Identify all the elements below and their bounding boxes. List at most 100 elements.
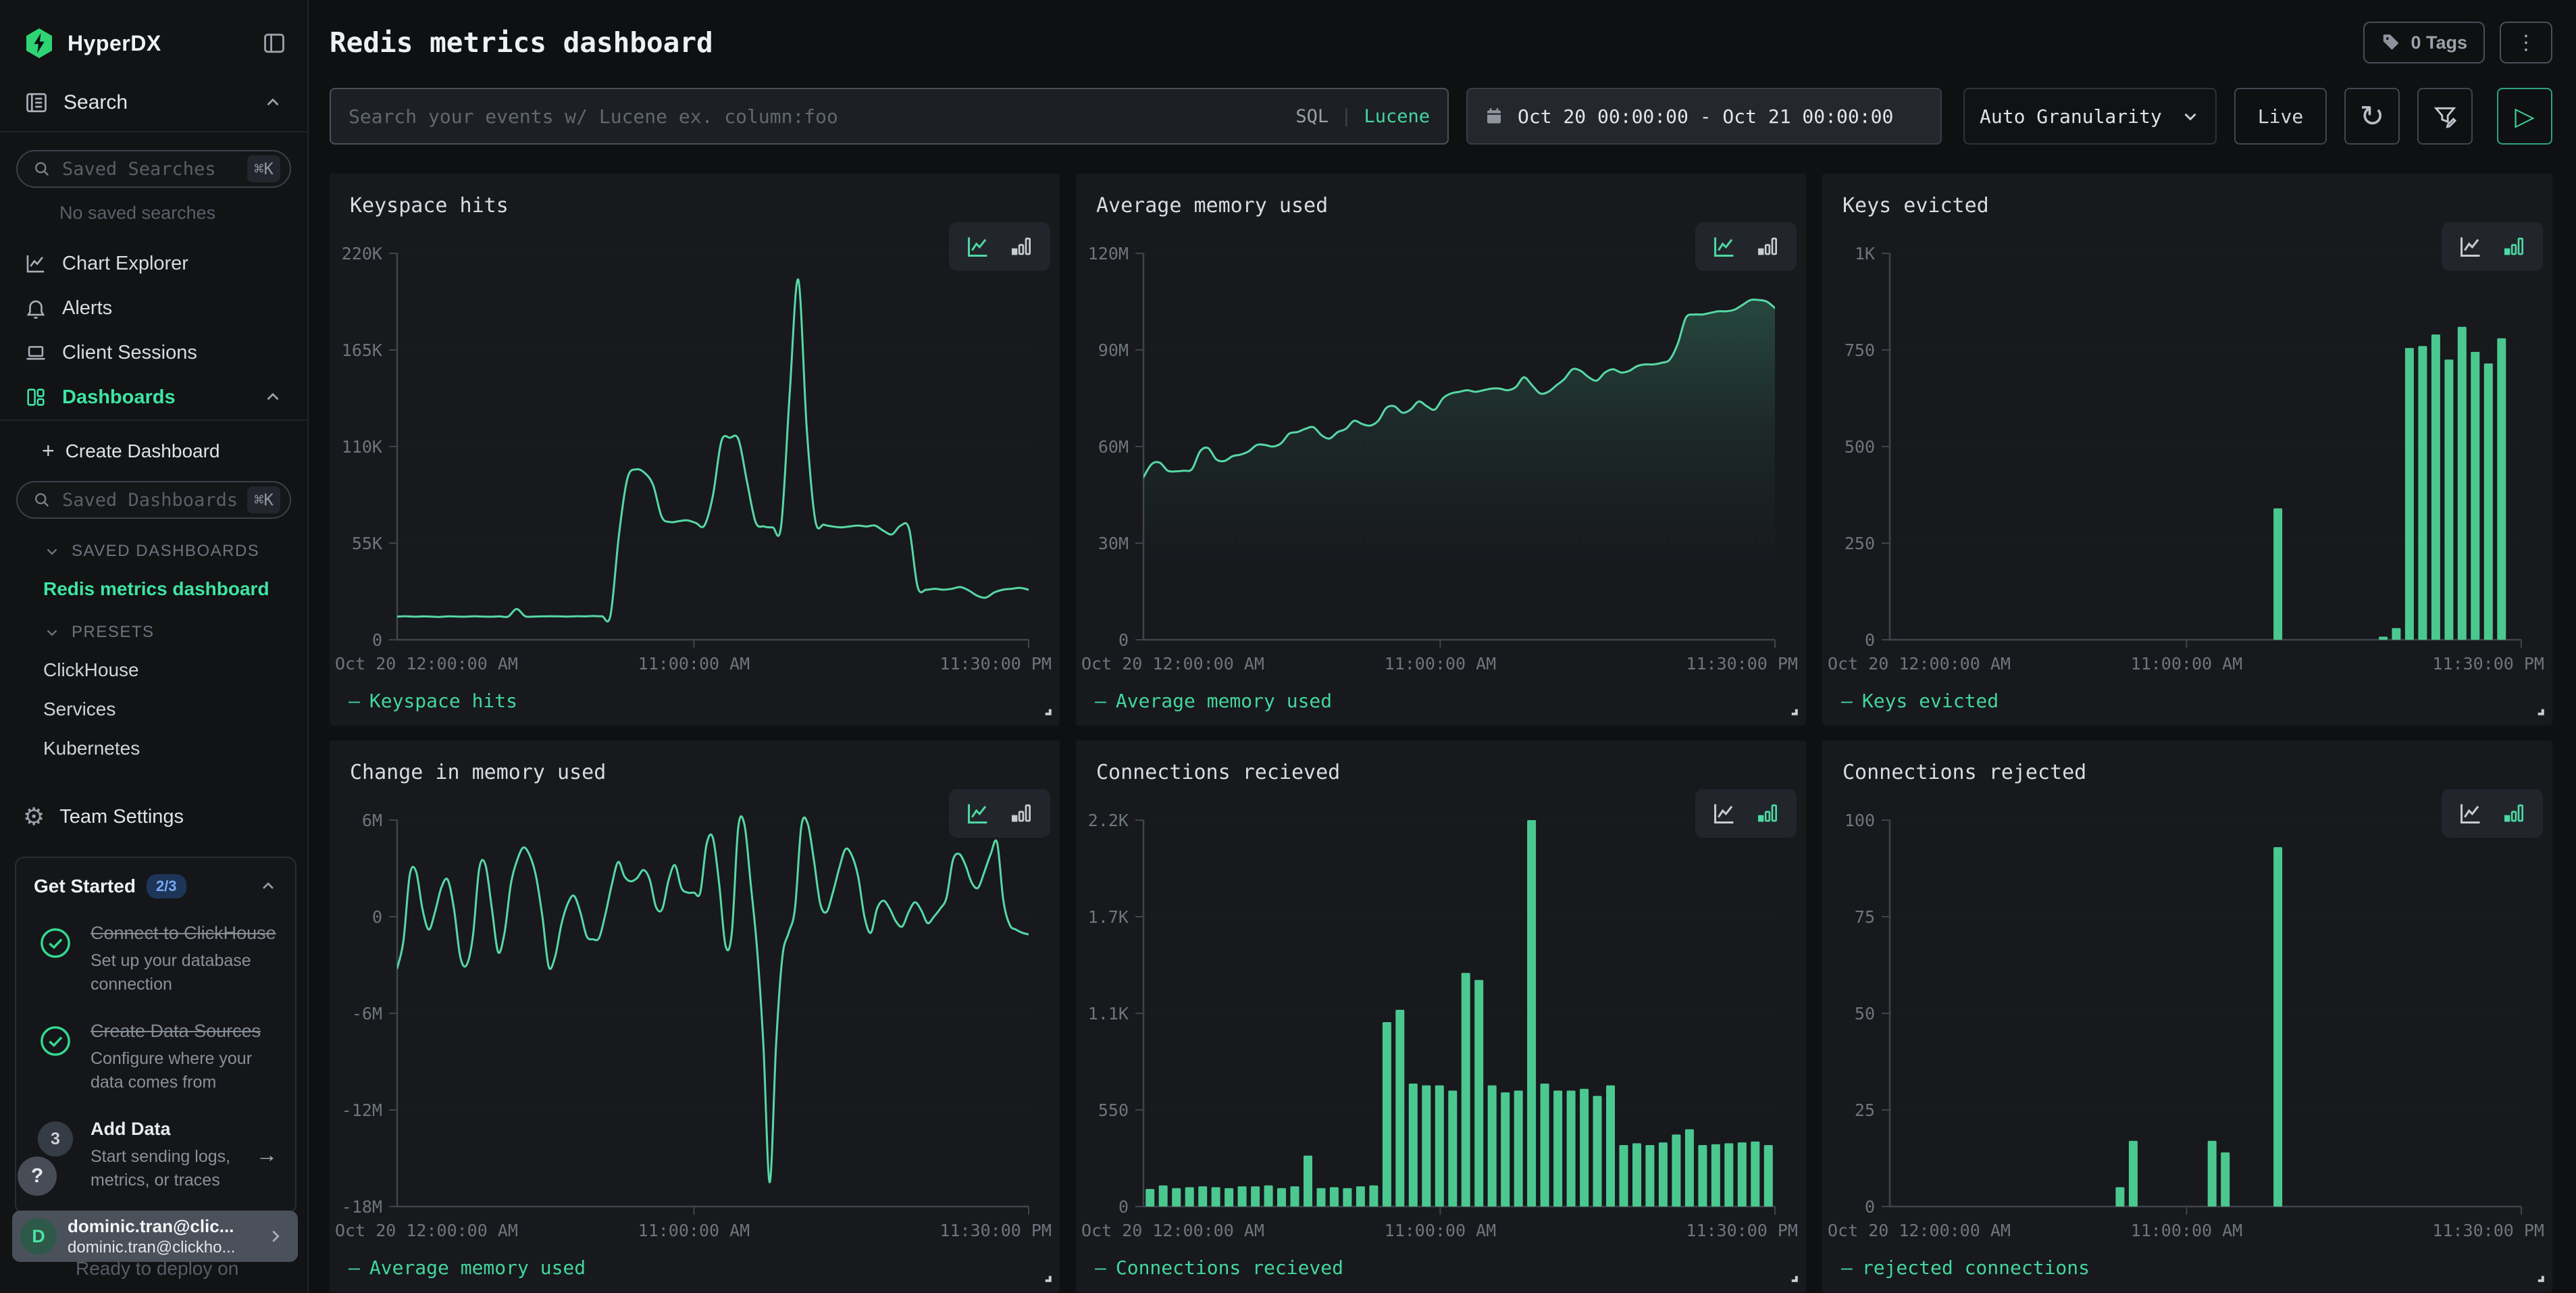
line-chart-icon[interactable] <box>2458 801 2483 826</box>
saved-searches-input[interactable] <box>62 159 236 180</box>
resize-handle[interactable] <box>1787 705 1799 720</box>
y-tick-label: 75 <box>1855 907 1875 927</box>
calendar-icon <box>1484 106 1504 126</box>
line-chart-icon[interactable] <box>965 234 991 259</box>
filter-edit-button[interactable] <box>2417 88 2473 145</box>
presets-header[interactable]: PRESETS <box>0 600 307 642</box>
event-search-input[interactable] <box>349 105 1295 128</box>
chevron-up-icon[interactable] <box>263 93 283 113</box>
sql-mode-toggle[interactable]: SQL <box>1295 106 1329 127</box>
event-search-box[interactable]: SQL | Lucene <box>330 88 1449 145</box>
legend-item[interactable]: —rejected connections <box>1841 1257 2090 1279</box>
search-icon <box>32 159 51 178</box>
chart-panel-connections-rejected: Connections rejected1007550250Oct 20 12:… <box>1822 740 2552 1292</box>
line-chart-icon[interactable] <box>2458 234 2483 259</box>
resize-handle[interactable] <box>2533 705 2546 720</box>
sidebar-item-alerts[interactable]: Alerts <box>0 286 307 330</box>
sidebar-item-clickhouse[interactable]: ClickHouse <box>0 642 307 681</box>
run-query-button[interactable]: ▷ <box>2497 88 2552 145</box>
filter-bar: SQL | Lucene Oct 20 00:00:00 - Oct 21 00… <box>330 88 2552 145</box>
date-range-picker[interactable]: Oct 20 00:00:00 - Oct 21 00:00:00 <box>1466 88 1942 145</box>
no-saved-searches-text: No saved searches <box>59 203 307 224</box>
laptop-icon <box>24 341 47 364</box>
get-started-item-add-data[interactable]: 3 Add Data Start sending logs, metrics, … <box>34 1117 278 1192</box>
play-icon: ▷ <box>2515 101 2534 132</box>
saved-searches-search[interactable]: ⌘K <box>16 150 291 188</box>
bar-chart-icon[interactable] <box>1008 234 1034 259</box>
line-chart-icon[interactable] <box>965 801 991 826</box>
sidebar-section-search[interactable]: Search <box>0 59 307 131</box>
resize-handle[interactable] <box>1041 1271 1053 1287</box>
get-started-item-sources[interactable]: Create Data Sources Configure where your… <box>34 1019 278 1094</box>
legend-item[interactable]: —Keys evicted <box>1841 690 1999 712</box>
saved-dashboards-header[interactable]: SAVED DASHBOARDS <box>0 519 307 561</box>
bar-chart-icon[interactable] <box>2501 234 2527 259</box>
tags-button[interactable]: 0 Tags <box>2363 22 2485 64</box>
get-started-progress-badge: 2/3 <box>147 874 186 898</box>
x-tick-label: 11:00:00 AM <box>1385 1221 1497 1240</box>
y-tick-label: 50 <box>1855 1004 1875 1023</box>
shortcut-badge: ⌘K <box>247 486 280 513</box>
sidebar-item-kubernetes[interactable]: Kubernetes <box>0 720 307 759</box>
resize-handle[interactable] <box>1787 1271 1799 1287</box>
chevron-down-icon <box>43 542 61 560</box>
live-button[interactable]: Live <box>2234 88 2327 145</box>
y-tick-label: 0 <box>1118 1197 1129 1217</box>
lucene-mode-toggle[interactable]: Lucene <box>1364 106 1430 127</box>
line-chart-icon[interactable] <box>1711 801 1737 826</box>
x-tick-label: Oct 20 12:00:00 AM <box>335 654 518 674</box>
user-menu[interactable]: D dominic.tran@clic... dominic.tran@clic… <box>12 1211 298 1262</box>
x-tick-label: Oct 20 12:00:00 AM <box>1828 1221 2011 1240</box>
sidebar-item-dashboards[interactable]: Dashboards <box>0 375 307 420</box>
bar-chart-icon[interactable] <box>2501 801 2527 826</box>
bar-chart-icon[interactable] <box>1008 801 1034 826</box>
get-started-title: Get Started <box>34 876 136 897</box>
y-tick-label: 25 <box>1855 1100 1875 1120</box>
legend-swatch: — <box>1095 690 1106 712</box>
refresh-button[interactable]: ↻ <box>2344 88 2400 145</box>
y-tick-label: 250 <box>1845 534 1875 553</box>
bar-chart-icon[interactable] <box>1755 234 1780 259</box>
sidebar-nav: Chart Explorer Alerts Client Sessions Da… <box>0 241 307 420</box>
y-tick-label: 1.7K <box>1088 907 1129 927</box>
legend-label: Keyspace hits <box>369 690 517 712</box>
help-button[interactable]: ? <box>18 1157 57 1196</box>
y-tick-label: 1K <box>1855 244 1875 263</box>
resize-handle[interactable] <box>1041 705 1053 720</box>
sidebar-item-chart-explorer[interactable]: Chart Explorer <box>0 241 307 286</box>
search-icon <box>32 490 51 509</box>
saved-dashboards-input[interactable] <box>62 490 236 511</box>
resize-handle[interactable] <box>2533 1271 2546 1287</box>
chart-type-toggle <box>949 222 1050 271</box>
dashboard-header: Redis metrics dashboard 0 Tags ⋮ <box>330 0 2552 85</box>
sidebar-collapse-icon[interactable] <box>261 30 287 56</box>
chevron-up-icon[interactable] <box>259 877 278 896</box>
get-started-item-connect[interactable]: Connect to ClickHouse Set up your databa… <box>34 921 278 996</box>
y-tick-label: 90M <box>1098 340 1129 360</box>
legend-item[interactable]: —Keyspace hits <box>349 690 517 712</box>
x-tick-label: 11:00:00 AM <box>1385 654 1497 674</box>
x-tick-label: 11:30:00 PM <box>2432 1221 2544 1240</box>
y-tick-label: 30M <box>1098 534 1129 553</box>
chevron-up-icon[interactable] <box>263 387 283 407</box>
sidebar-item-client-sessions[interactable]: Client Sessions <box>0 330 307 375</box>
legend-swatch: — <box>1095 1257 1106 1279</box>
panel-title: Connections rejected <box>1843 761 2086 784</box>
sidebar-item-services[interactable]: Services <box>0 681 307 720</box>
legend-item[interactable]: —Average memory used <box>349 1257 586 1279</box>
granularity-select[interactable]: Auto Granularity <box>1963 88 2217 145</box>
y-tick-label: -12M <box>342 1100 382 1120</box>
y-tick-label: 100 <box>1845 811 1875 830</box>
line-chart-icon[interactable] <box>1711 234 1737 259</box>
chart-panel-change-in-memory-used: Change in memory used6M0-6M-12M-18MOct 2… <box>330 740 1060 1292</box>
sidebar-item-redis-dashboard[interactable]: Redis metrics dashboard <box>0 561 307 600</box>
saved-dashboards-search[interactable]: ⌘K <box>16 481 291 519</box>
legend-item[interactable]: —Connections recieved <box>1095 1257 1343 1279</box>
panel-title: Connections recieved <box>1096 761 1340 784</box>
bar-chart-icon[interactable] <box>1755 801 1780 826</box>
create-dashboard-button[interactable]: + Create Dashboard <box>0 421 307 463</box>
dashboard-menu-button[interactable]: ⋮ <box>2500 22 2552 64</box>
team-settings-button[interactable]: ⚙ Team Settings <box>0 759 307 831</box>
promo-line: ClickHouse Cloud? <box>76 1285 238 1293</box>
legend-item[interactable]: —Average memory used <box>1095 690 1332 712</box>
